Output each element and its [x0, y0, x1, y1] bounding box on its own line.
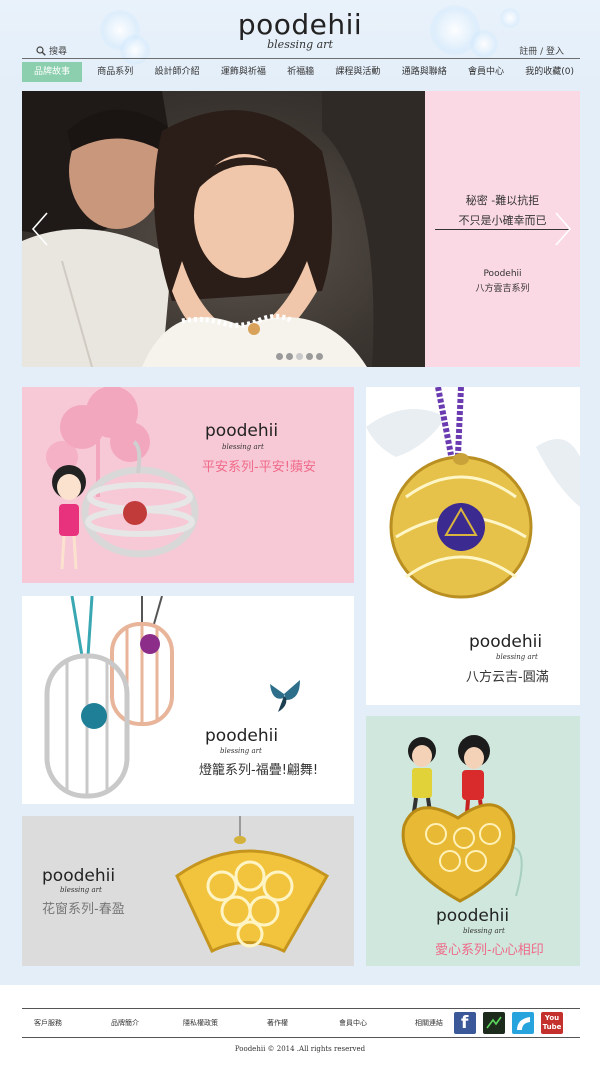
feed-icon[interactable] — [512, 1012, 534, 1034]
chevron-left-icon[interactable] — [30, 211, 50, 247]
nav-item-blessings[interactable]: 運飾與祈福 — [215, 62, 272, 82]
product-tile-apple[interactable]: poodehii blessing art 平安系列-平安!蘋安 — [22, 387, 354, 583]
nav-item-favorites[interactable]: 我的收藏(0) — [519, 62, 580, 82]
product-tile-window[interactable]: poodehii blessing art 花窗系列-春盈 — [22, 816, 354, 966]
footer-link-customer-service[interactable]: 客戶服務 — [34, 1018, 62, 1028]
hero-series: 八方雲吉系列 — [475, 284, 530, 294]
copyright-text: Poodehii © 2014 .All rights reserved — [234, 1045, 366, 1053]
footer-link-related[interactable]: 相關連結 — [415, 1018, 443, 1028]
product-tile-ball[interactable]: poodehii blessing art 八方云吉-圓滿 — [366, 387, 580, 705]
footer-link-privacy[interactable]: 隱私權政策 — [183, 1018, 218, 1028]
tile-caption: 花窗系列-春盈 — [42, 902, 125, 917]
tile-brand-sub: blessing art — [222, 443, 264, 451]
product-tile-lantern[interactable]: poodehii blessing art 燈籠系列-福疊!翩舞! — [22, 596, 354, 804]
footer-link-brand[interactable]: 品牌簡介 — [111, 1018, 139, 1028]
tile-caption: 燈籠系列-福疊!翩舞! — [199, 763, 319, 778]
tile-caption: 愛心系列-心心相印 — [435, 943, 544, 958]
feed-icon-graphic — [517, 1017, 530, 1030]
hero-photo — [22, 91, 425, 367]
tile-brand: poodehii — [42, 866, 116, 886]
site-header: poodehii blessing art 搜尋 註冊 / 登入 品牌故事 商品… — [0, 0, 600, 90]
login-link[interactable]: 註冊 / 登入 — [519, 44, 564, 57]
blog-icon-graphic — [486, 1016, 502, 1029]
nav-item-contact[interactable]: 通路與聯絡 — [396, 62, 453, 82]
tile-caption: 平安系列-平安!蘋安 — [202, 460, 316, 475]
nav-item-brand-story[interactable]: 品牌故事 — [22, 62, 83, 82]
site-footer: 客戶服務 品牌簡介 隱私權政策 著作權 會員中心 相關連結 f You Tube… — [0, 985, 600, 1069]
apple-pendant-illustration — [46, 387, 199, 570]
chevron-right-icon[interactable] — [553, 211, 573, 247]
tile-brand-sub: blessing art — [220, 747, 262, 755]
nav-item-courses[interactable]: 課程與活動 — [329, 62, 386, 82]
nav-item-member[interactable]: 會員中心 — [462, 62, 510, 82]
tile-brand: poodehii — [205, 421, 279, 441]
nav-item-designers[interactable]: 設計師介紹 — [149, 62, 206, 82]
slider-pagination — [276, 353, 323, 360]
slider-dot[interactable] — [286, 353, 293, 360]
search-label: 搜尋 — [49, 47, 68, 57]
tile-brand-sub: blessing art — [496, 653, 538, 661]
footer-divider — [22, 1008, 580, 1009]
couple-photo-illustration — [22, 91, 425, 367]
tile-brand: poodehii — [205, 726, 279, 746]
youtube-icon[interactable]: You Tube — [541, 1012, 563, 1034]
nav-item-wish-wall[interactable]: 祈福牆 — [281, 62, 320, 82]
site-logo[interactable]: poodehii — [0, 8, 600, 41]
hero-caption-panel: 秘密 -難以抗拒 不只是小確幸而已 Poodehii 八方雲吉系列 — [425, 91, 580, 367]
facebook-icon[interactable]: f — [454, 1012, 476, 1034]
ball-pendant-illustration — [366, 387, 580, 599]
hero-divider — [435, 229, 570, 230]
youtube-icon-label: You Tube — [542, 1014, 562, 1031]
tile-caption: 八方云吉-圓滿 — [466, 670, 549, 685]
slider-dot[interactable] — [276, 353, 283, 360]
slider-dot[interactable] — [306, 353, 313, 360]
search-link[interactable]: 搜尋 — [36, 44, 67, 57]
site-tagline: blessing art — [267, 38, 333, 51]
tile-brand: poodehii — [436, 906, 510, 926]
hero-brand: Poodehii — [483, 269, 522, 279]
tile-brand: poodehii — [469, 632, 543, 652]
main-nav: 品牌故事 商品系列 設計師介紹 運飾與祈福 祈福牆 課程與活動 通路與聯絡 會員… — [22, 62, 580, 82]
tile-brand-sub: blessing art — [463, 927, 505, 935]
product-tile-heart[interactable]: poodehii blessing art 愛心系列-心心相印 — [366, 716, 580, 966]
tile-brand-sub: blessing art — [60, 886, 102, 894]
footer-link-copyright[interactable]: 著作權 — [267, 1018, 288, 1028]
footer-link-member[interactable]: 會員中心 — [339, 1018, 367, 1028]
nav-item-products[interactable]: 商品系列 — [91, 62, 139, 82]
header-divider — [22, 58, 580, 59]
facebook-icon-label: f — [461, 1013, 469, 1033]
search-icon — [36, 45, 46, 56]
hero-slider: 秘密 -難以抗拒 不只是小確幸而已 Poodehii 八方雲吉系列 — [22, 91, 580, 367]
blog-icon[interactable] — [483, 1012, 505, 1034]
hero-headline: 秘密 -難以抗拒 — [465, 194, 540, 207]
footer-divider — [22, 1037, 580, 1038]
slider-dot-active[interactable] — [296, 353, 303, 360]
slider-dot[interactable] — [316, 353, 323, 360]
